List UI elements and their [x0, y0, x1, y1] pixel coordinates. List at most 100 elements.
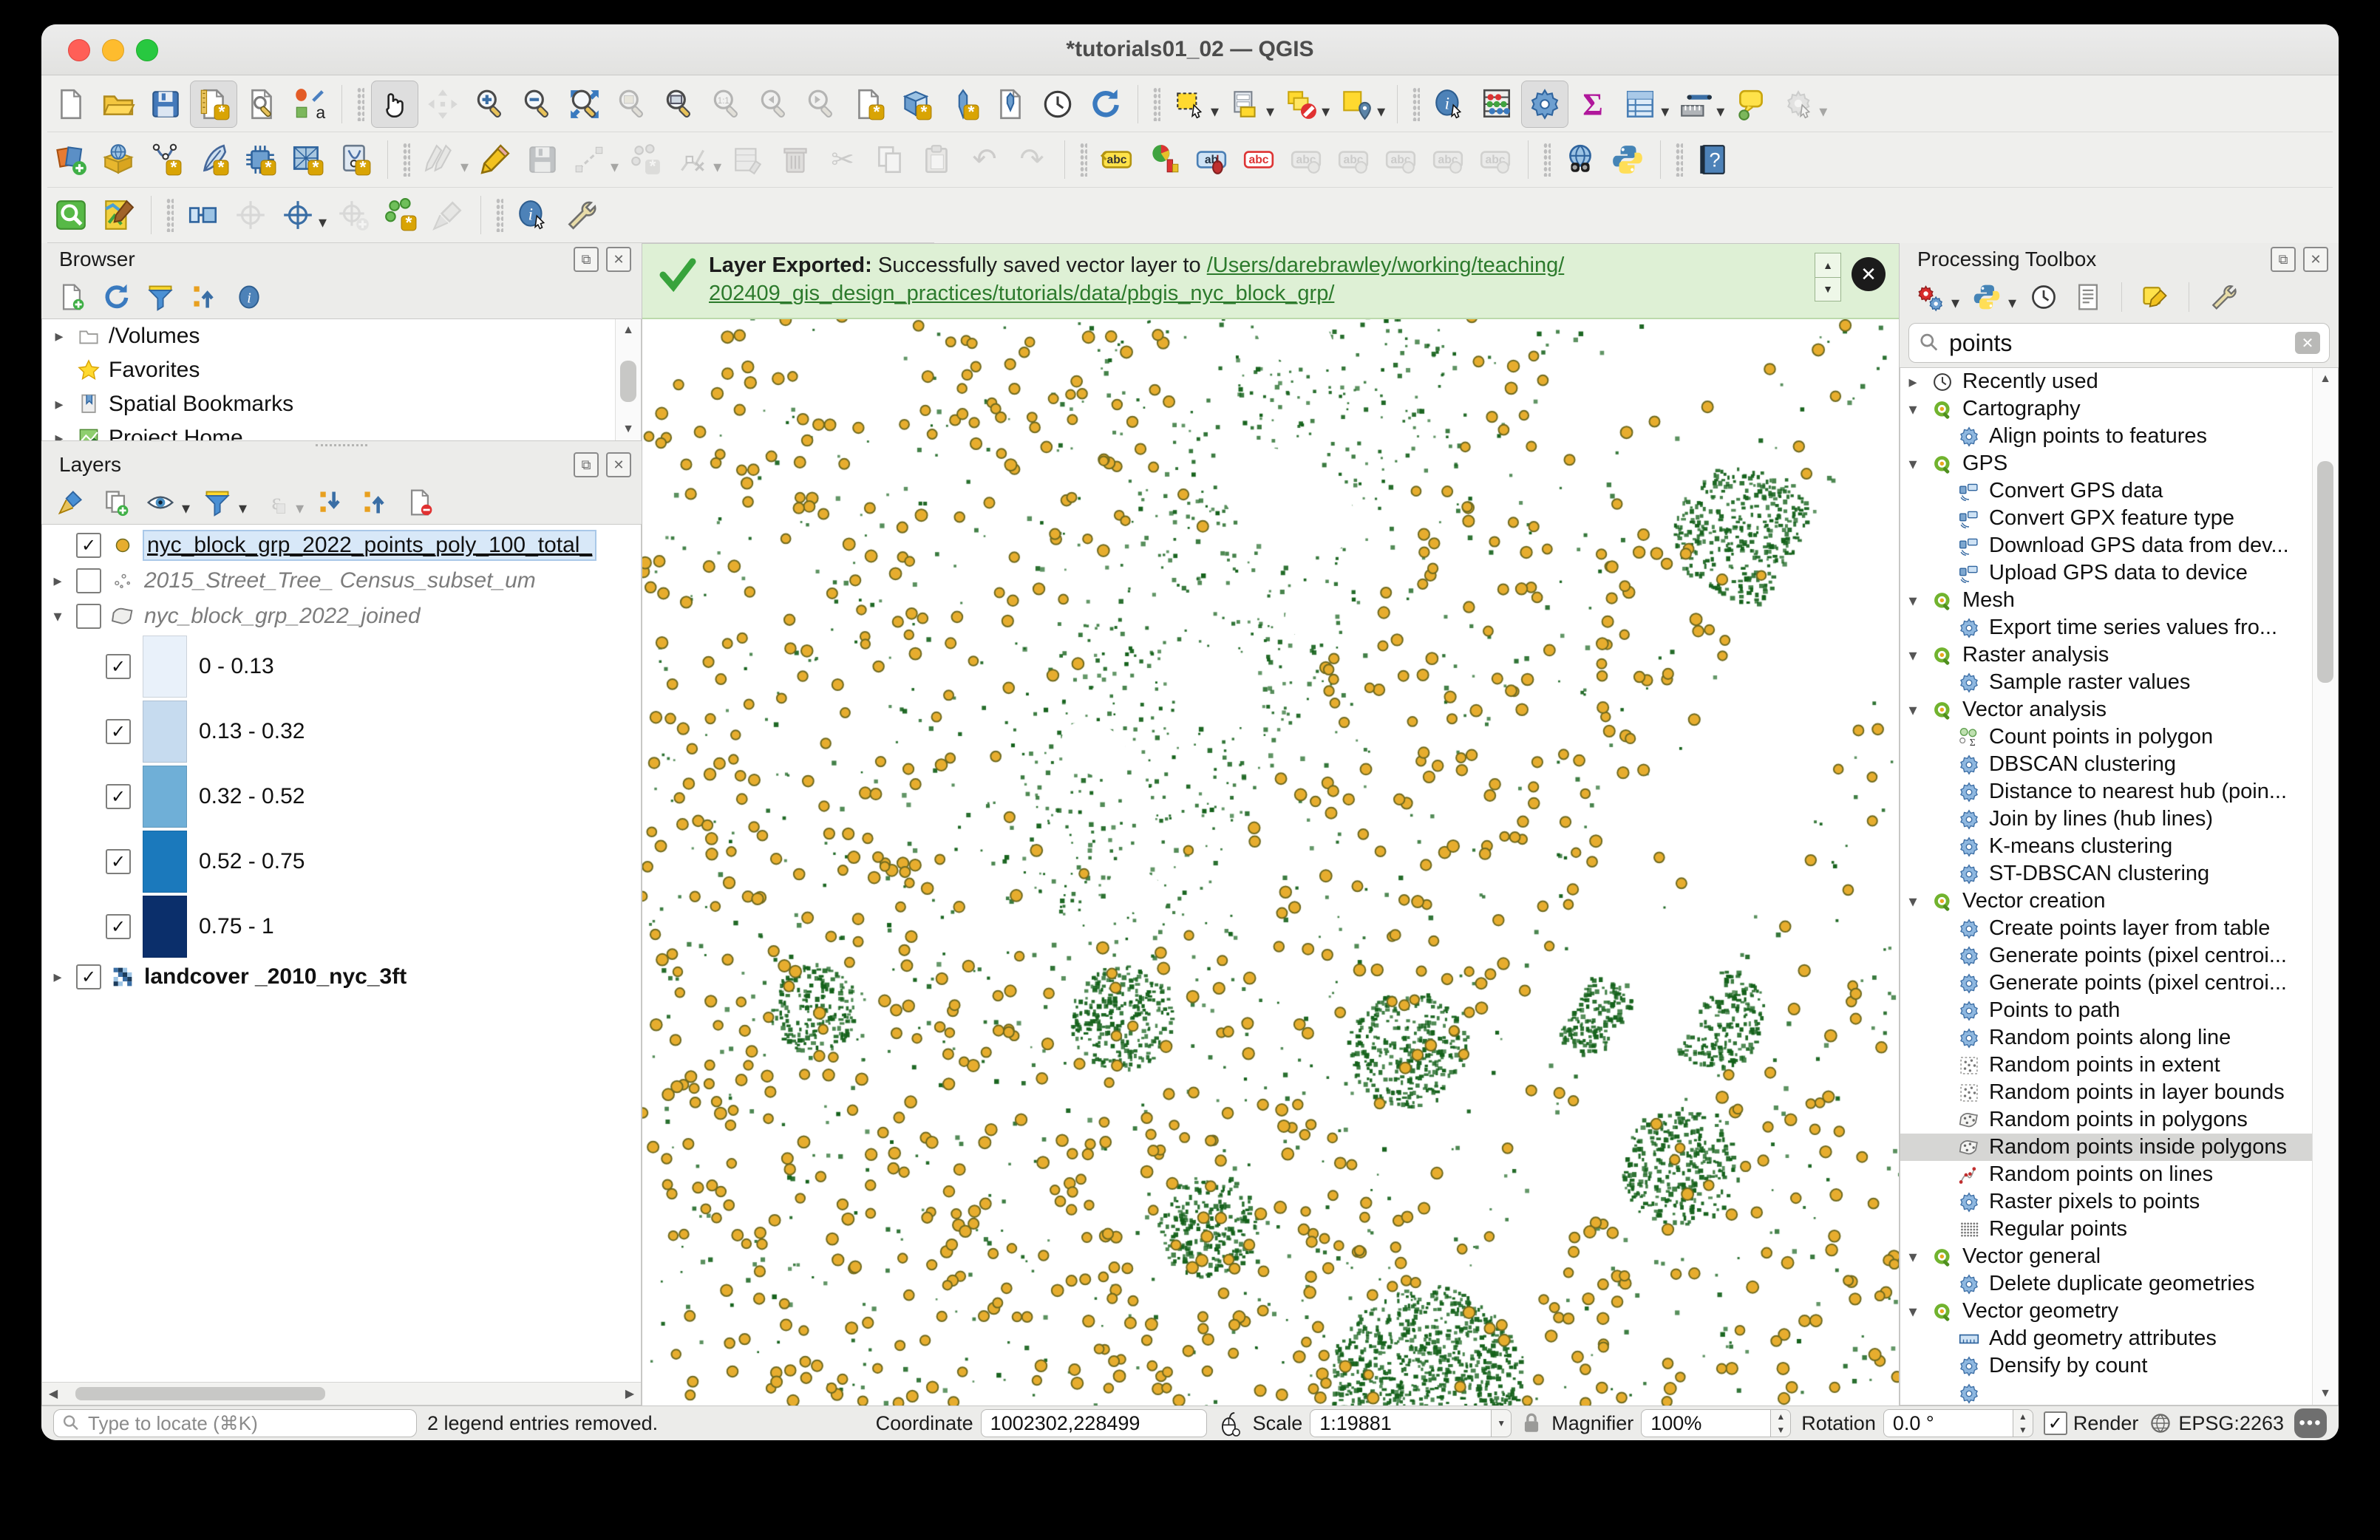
layer-visibility-checkbox[interactable]: ✓ [76, 533, 101, 558]
save-layer-edits-button[interactable] [520, 137, 565, 183]
float-panel-icon[interactable]: ⧉ [574, 247, 599, 272]
layer-name[interactable]: landcover _2010_nyc_3ft [144, 964, 407, 989]
show-layout-manager-button[interactable] [239, 81, 285, 127]
processing-alg-convert-gpx-feature-type[interactable]: Convert GPX feature type [1900, 505, 2338, 532]
legend-class-row[interactable]: ✓ 0.52 - 0.75 [42, 829, 641, 894]
close-panel-icon[interactable]: ✕ [606, 452, 631, 477]
processing-group-cartography[interactable]: ▾ Cartography [1900, 395, 2338, 423]
zoom-next-button[interactable] [798, 81, 844, 127]
expand-icon[interactable]: ▸ [48, 967, 67, 987]
processing-group-vector-geometry[interactable]: ▾ Vector geometry [1900, 1298, 2338, 1325]
browser-item-spatial-bookmarks[interactable]: ▸ Spatial Bookmarks [42, 387, 641, 421]
processing-search-box[interactable]: points ✕ [1908, 323, 2330, 363]
layer-row[interactable]: ▸ ✓ landcover _2010_nyc_3ft [42, 959, 641, 995]
processing-alg-k-means-clustering[interactable]: K-means clustering [1900, 833, 2338, 860]
expand-icon[interactable]: ▾ [1903, 701, 1922, 720]
toolbar-drag-handle[interactable] [357, 87, 364, 121]
gps-tracking-button[interactable] [275, 192, 321, 238]
processing-alg-create-points-layer-from-table[interactable]: Create points layer from table [1900, 915, 2338, 942]
scroll-down-icon[interactable]: ▼ [617, 418, 639, 440]
zoom-to-layer-button[interactable] [656, 81, 702, 127]
processing-search-input[interactable]: points [1949, 330, 2286, 357]
expand-all-button[interactable] [312, 483, 350, 522]
paste-features-button[interactable] [914, 137, 960, 183]
collapse-all-layers-button[interactable] [356, 483, 395, 522]
spin-down-icon[interactable]: ▼ [1815, 278, 1840, 301]
results-viewer-button[interactable] [2069, 278, 2107, 316]
layer-name[interactable]: nyc_block_grp_2022_joined [144, 604, 421, 629]
locate-search-box[interactable]: Type to locate (⌘K) [53, 1409, 417, 1437]
temporal-controller-button[interactable] [1035, 81, 1081, 127]
python-algorithms-button[interactable] [1968, 278, 2006, 316]
mouse-extent-icon[interactable] [1217, 1409, 1242, 1437]
magnifier-input[interactable]: 100% [1641, 1409, 1772, 1437]
layer-diagram-button[interactable] [1141, 137, 1187, 183]
plugin-options-button[interactable] [557, 192, 603, 238]
lock-icon[interactable] [1522, 1411, 1541, 1435]
show-bookmarks-button[interactable] [987, 81, 1033, 127]
close-panel-icon[interactable]: ✕ [606, 247, 631, 272]
processing-alg-add-geometry-attributes[interactable]: Add geometry attributes [1900, 1325, 2338, 1352]
float-panel-icon[interactable]: ⧉ [574, 452, 599, 477]
processing-group-raster-analysis[interactable]: ▾ Raster analysis [1900, 641, 2338, 669]
select-by-form-button[interactable] [1223, 81, 1268, 127]
add-group-button[interactable] [97, 483, 135, 522]
new-gpx-layer-button[interactable]: * [332, 137, 378, 183]
browser-vscrollbar[interactable]: ▲ ▼ [615, 319, 641, 440]
scale-dropdown-icon[interactable]: ▼ [1492, 1409, 1512, 1437]
processing-alg-random-points-in-extent[interactable]: Random points in extent [1900, 1052, 2338, 1079]
undo-button[interactable]: ↶ [962, 137, 1007, 183]
coordinate-input[interactable]: 1002302,228499 [980, 1409, 1207, 1437]
filter-browser-button[interactable] [141, 278, 180, 316]
add-selected-layer-button[interactable] [52, 278, 91, 316]
scroll-up-icon[interactable]: ▲ [617, 319, 639, 341]
help-contents-button[interactable]: ? [1690, 137, 1735, 183]
modify-attributes-button[interactable] [725, 137, 771, 183]
open-project-button[interactable] [95, 81, 141, 127]
python-console-button[interactable] [1605, 137, 1650, 183]
zoom-window-button[interactable] [136, 39, 158, 61]
clear-search-icon[interactable]: ✕ [2295, 332, 2320, 354]
refresh-browser-button[interactable] [97, 278, 135, 316]
processing-group-mesh[interactable]: ▾ Mesh [1900, 587, 2338, 614]
toolbar-drag-handle[interactable] [403, 143, 410, 177]
run-feature-action-dropdown-icon[interactable]: ▾ [1819, 102, 1827, 132]
layer-name[interactable]: 2015_Street_Tree_ Census_subset_um [144, 568, 536, 593]
expand-icon[interactable]: ▾ [48, 607, 67, 626]
layer-row[interactable]: ✓ nyc_block_grp_2022_points_poly_100_tota… [42, 528, 641, 563]
geometry-checker-button[interactable] [180, 192, 226, 238]
toolbar-drag-handle[interactable] [1412, 87, 1421, 121]
class-visibility-checkbox[interactable]: ✓ [106, 654, 131, 679]
toolbox-modes-dropdown-icon[interactable]: ▾ [1951, 293, 1959, 318]
manage-map-themes-button[interactable] [141, 483, 180, 522]
processing-alg-generate-points-pixel-centroi-[interactable]: Generate points (pixel centroi... [1900, 942, 2338, 970]
exported-path-link-2[interactable]: 202409_gis_design_practices/tutorials/da… [709, 282, 1334, 305]
manage-map-themes-dropdown-icon[interactable]: ▾ [182, 499, 190, 524]
zoom-in-button[interactable] [467, 81, 513, 127]
zoom-full-button[interactable] [562, 81, 608, 127]
layer-name[interactable]: nyc_block_grp_2022_points_poly_100_total… [142, 530, 597, 561]
expand-icon[interactable]: ▾ [1903, 454, 1922, 474]
zoom-to-selection-button[interactable] [609, 81, 655, 127]
collapse-all-button[interactable] [186, 278, 224, 316]
expand-icon[interactable]: ▸ [50, 395, 69, 414]
layer-visibility-checkbox[interactable] [76, 604, 101, 629]
expand-icon[interactable]: ▾ [1903, 1302, 1922, 1321]
scroll-thumb[interactable] [2317, 461, 2333, 684]
zoom-last-button[interactable] [751, 81, 797, 127]
new-map-view-button[interactable]: * [846, 81, 891, 127]
processing-alg-generate-points-pixel-centroi-[interactable]: Generate points (pixel centroi... [1900, 970, 2338, 997]
highlight-pinned-labels-button[interactable]: abc [1236, 137, 1282, 183]
new-virtual-layer-button[interactable]: * [237, 137, 283, 183]
new-project-button[interactable] [48, 81, 94, 127]
add-gps-point-button[interactable] [330, 192, 376, 238]
processing-alg-export-time-series-values-fro-[interactable]: Export time series values fro... [1900, 614, 2338, 641]
exported-path-link[interactable]: /Users/darebrawley/working/teaching/ [1207, 253, 1565, 277]
processing-group-vector-analysis[interactable]: ▾ Vector analysis [1900, 696, 2338, 723]
panel-splitter[interactable] [41, 441, 642, 449]
expand-icon[interactable]: ▸ [50, 327, 69, 346]
new-mesh-layer-button[interactable]: * [285, 137, 330, 183]
pan-map-button[interactable] [371, 81, 418, 128]
processing-group-recently-used[interactable]: ▸ Recently used [1900, 368, 2338, 395]
rotation-spinner[interactable]: ▲ ▼ [2013, 1409, 2033, 1437]
